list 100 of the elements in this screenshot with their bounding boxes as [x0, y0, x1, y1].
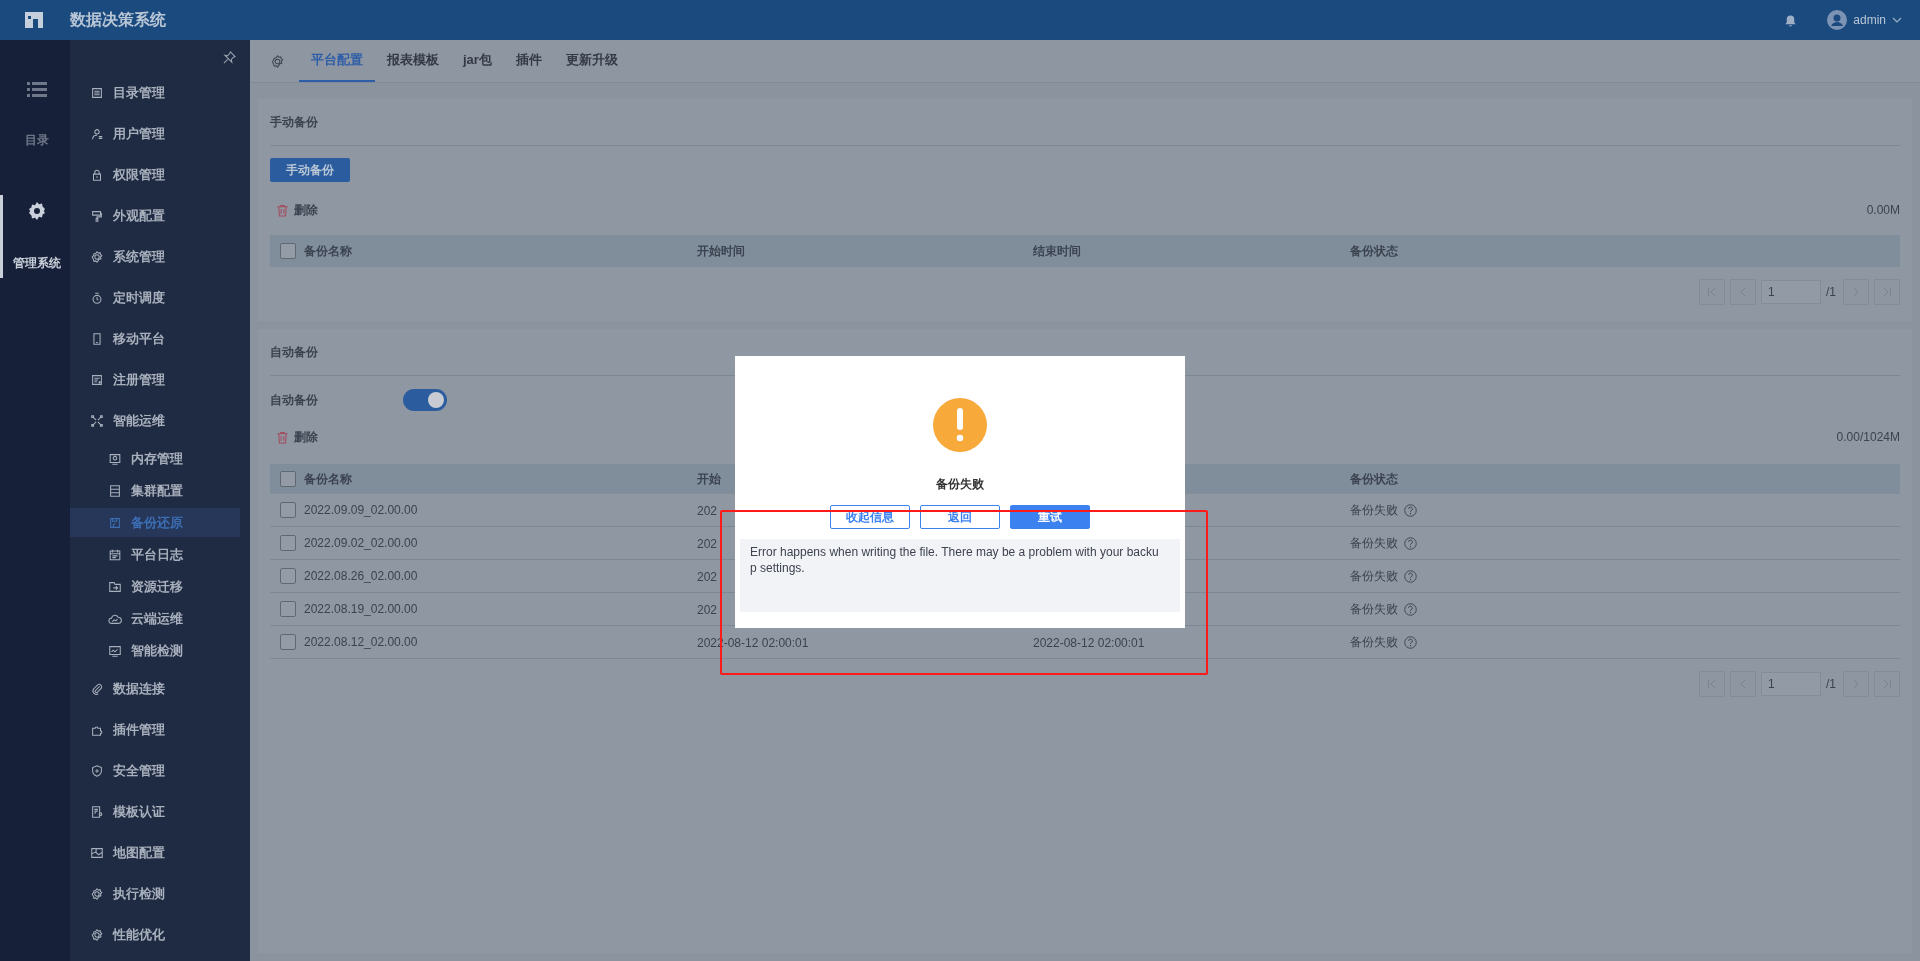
bell-icon[interactable] — [1784, 13, 1798, 27]
form-icon — [90, 372, 104, 387]
gear-icon — [90, 927, 104, 942]
chart-icon — [108, 643, 122, 658]
app-title: 数据决策系统 — [70, 9, 166, 30]
help-icon[interactable] — [1404, 503, 1417, 517]
sidebar-item[interactable]: 移动平台 — [70, 318, 240, 359]
error-message: Error happens when writing the file. There may be a problem with your backup settings. — [740, 539, 1180, 612]
auto-backup-toggle[interactable] — [403, 389, 447, 411]
table-cell: 202 — [697, 503, 718, 518]
sidebar-item[interactable]: 地图配置 — [70, 832, 240, 873]
pin-icon[interactable] — [223, 51, 236, 64]
table-cell: 202 — [697, 569, 718, 584]
sidebar-item[interactable]: 数据连接 — [70, 668, 240, 709]
dialog-button[interactable]: 收起信息 — [830, 505, 910, 529]
sidebar-subitem[interactable]: 集群配置 — [70, 476, 240, 505]
timer-icon — [90, 290, 104, 305]
document-icon — [90, 804, 104, 819]
dialog-title: 备份失败 — [936, 476, 984, 493]
sidebar-item[interactable]: 执行检测 — [70, 873, 240, 914]
folder-icon — [108, 579, 122, 594]
row-checkbox[interactable] — [280, 601, 296, 617]
phone-icon — [90, 331, 104, 346]
table-cell: 2022.08.19_02.00.00 — [304, 602, 418, 616]
table-cell: 202 — [697, 602, 718, 617]
sidebar-subitem[interactable]: 平台日志 — [70, 540, 240, 569]
row-checkbox[interactable] — [280, 634, 296, 650]
sidebar-item[interactable]: 定时调度 — [70, 277, 240, 318]
logo-icon — [24, 11, 44, 29]
user-menu[interactable]: admin — [1827, 10, 1902, 30]
column-header: 备份名称 — [304, 470, 352, 488]
table-cell: 2022.08.12_02.00.00 — [304, 635, 418, 649]
table-cell: 202 — [697, 536, 718, 551]
column-header: 备份状态 — [1350, 470, 1398, 488]
warning-icon — [933, 398, 987, 452]
help-icon[interactable] — [1404, 536, 1417, 550]
row-checkbox[interactable] — [280, 568, 296, 584]
tab[interactable]: 插件 — [503, 40, 554, 82]
sidebar-subitem[interactable]: 云端运维 — [70, 604, 240, 633]
toggle-label: 自动备份 — [270, 391, 318, 409]
calendar-icon — [108, 547, 122, 562]
delete-button[interactable]: 删除 — [270, 201, 318, 219]
sidebar-item[interactable]: 目录管理 — [70, 72, 240, 113]
tab[interactable]: 更新升级 — [553, 40, 630, 82]
help-icon[interactable] — [1404, 569, 1417, 583]
network-icon — [90, 413, 104, 428]
column-header: 备份状态 — [1350, 242, 1398, 260]
help-icon[interactable] — [1404, 635, 1417, 649]
row-checkbox[interactable] — [280, 535, 296, 551]
monitor-icon — [108, 451, 122, 466]
sidebar-item[interactable]: 权限管理 — [70, 154, 240, 195]
server-icon — [108, 483, 122, 498]
table-cell: 备份失败 — [1350, 567, 1398, 585]
page-input[interactable]: 1 — [1761, 280, 1821, 304]
help-icon[interactable] — [1404, 602, 1417, 616]
trash-icon — [276, 203, 289, 217]
chevron-down-icon — [1892, 17, 1902, 23]
gear-icon — [26, 201, 47, 221]
table-cell: 2022-08-12 02:00:01 — [1033, 635, 1145, 650]
paperclip-icon — [90, 681, 104, 696]
sidebar-item[interactable]: 性能优化 — [70, 914, 240, 955]
sidebar-item[interactable]: 模板认证 — [70, 791, 240, 832]
storage-usage: 0.00/1024M — [1836, 430, 1900, 444]
table-cell: 备份失败 — [1350, 534, 1398, 552]
select-all-checkbox[interactable] — [280, 243, 296, 259]
column-header: 开始 — [697, 470, 721, 488]
user-icon — [90, 126, 104, 141]
delete-button[interactable]: 删除 — [270, 428, 318, 446]
save-icon — [108, 515, 122, 530]
shield-icon — [90, 763, 104, 778]
column-header: 结束时间 — [1033, 242, 1081, 260]
page-total: /1 — [1826, 677, 1836, 691]
list-icon — [90, 85, 104, 100]
brush-icon — [90, 208, 104, 223]
gear-icon — [90, 249, 104, 264]
sidebar-item[interactable]: 系统管理 — [70, 236, 240, 277]
sidebar-item[interactable]: 注册管理 — [70, 359, 240, 400]
settings-icon[interactable] — [270, 53, 285, 69]
row-checkbox[interactable] — [280, 502, 296, 518]
section-title: 手动备份 — [270, 99, 1900, 146]
sidebar-item[interactable]: 插件管理 — [70, 709, 240, 750]
sidebar-item[interactable]: 用户管理 — [70, 113, 240, 154]
sidebar-item[interactable]: 智能运维 — [70, 400, 240, 441]
tab[interactable]: jar包 — [451, 40, 504, 82]
table-cell: 2022.09.02_02.00.00 — [304, 536, 418, 550]
sidebar-subitem[interactable]: 内存管理 — [70, 444, 240, 473]
table-cell: 备份失败 — [1350, 501, 1398, 519]
select-all-checkbox[interactable] — [280, 471, 296, 487]
sidebar-subitem[interactable]: 智能检测 — [70, 636, 240, 665]
tab[interactable]: 报表模板 — [375, 40, 451, 82]
rail-item[interactable]: 目录 — [0, 76, 70, 155]
list-icon — [26, 82, 47, 98]
table-cell: 备份失败 — [1350, 633, 1398, 651]
table-cell: 2022.08.26_02.00.00 — [304, 569, 418, 583]
sidebar-subitem[interactable]: 资源迁移 — [70, 572, 240, 601]
sidebar-item[interactable]: 外观配置 — [70, 195, 240, 236]
column-header: 备份名称 — [304, 242, 352, 260]
sidebar-item[interactable]: 安全管理 — [70, 750, 240, 791]
manual-backup-button[interactable]: 手动备份 — [270, 158, 350, 182]
page-input[interactable]: 1 — [1761, 672, 1821, 696]
